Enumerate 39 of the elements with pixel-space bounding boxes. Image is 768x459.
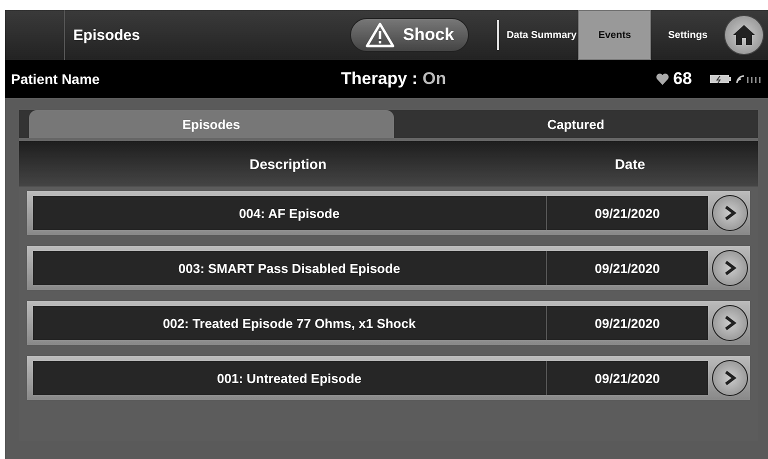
open-button[interactable] (712, 195, 748, 231)
heart-rate: 68 (673, 69, 692, 89)
chevron-icon (723, 260, 738, 276)
table-cell: 09/21/2020 (546, 251, 708, 285)
column-header: Date (614, 156, 646, 172)
screen-title: Episodes (73, 26, 141, 44)
chevron-icon (723, 205, 738, 221)
signal-icon (736, 74, 762, 84)
shock-button[interactable]: Shock (350, 18, 470, 52)
table-cell: 09/21/2020 (546, 361, 708, 395)
table-cell: 001: Untreated Episode (33, 361, 547, 395)
therapy-label: Therapy : (341, 69, 418, 89)
table-cell: 003: SMART Pass Disabled Episode (33, 251, 547, 285)
open-button[interactable] (712, 360, 748, 396)
nav-tab[interactable]: Settings (651, 10, 724, 60)
patient-name: Patient Name (11, 71, 101, 87)
tab[interactable]: Captured (394, 110, 758, 138)
therapy-value: On (422, 69, 446, 89)
heart-icon (656, 73, 670, 85)
episode-row[interactable]: 004: AF Episode 09/21/2020 (27, 191, 750, 235)
open-button[interactable] (712, 305, 748, 341)
table-cell: 09/21/2020 (546, 196, 708, 230)
chevron-icon (723, 315, 738, 331)
episode-row[interactable]: 001: Untreated Episode 09/21/2020 (27, 356, 750, 400)
nav-tab[interactable]: Data Summary (505, 10, 578, 60)
table-cell: 09/21/2020 (546, 306, 708, 340)
chevron-icon (723, 370, 738, 386)
battery-icon (710, 74, 732, 84)
episode-row[interactable]: 002: Treated Episode 77 Ohms, x1 Shock 09/21/2020 (27, 301, 750, 345)
home-icon (732, 24, 756, 46)
table-cell: 004: AF Episode (33, 196, 547, 230)
column-header: Description (248, 156, 328, 172)
open-button[interactable] (712, 250, 748, 286)
table-cell: 002: Treated Episode 77 Ohms, x1 Shock (33, 306, 547, 340)
nav-tab[interactable]: Events (578, 10, 652, 60)
tab[interactable]: Episodes (29, 110, 394, 138)
warning-icon (365, 22, 396, 48)
home-button[interactable] (724, 15, 764, 55)
episode-row[interactable]: 003: SMART Pass Disabled Episode 09/21/2020 (27, 246, 750, 290)
